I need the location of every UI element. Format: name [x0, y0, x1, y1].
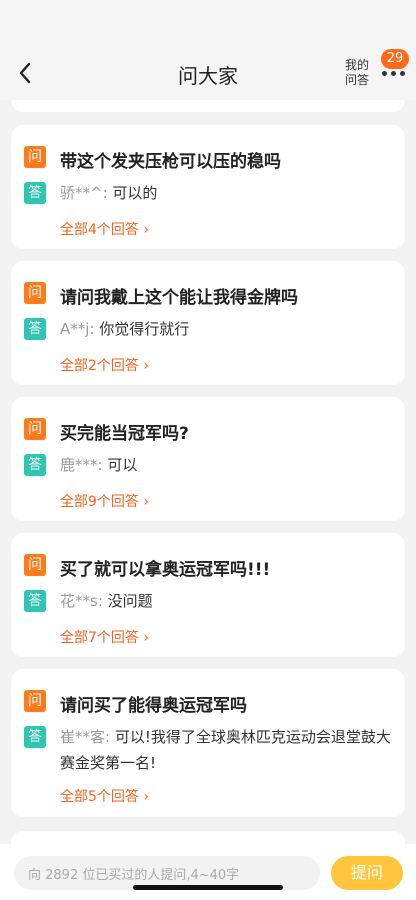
question-text[interactable]: 买了就可以拿奥运冠军吗!!!	[60, 555, 270, 580]
answer-user: A**j:	[60, 320, 95, 338]
qa-card[interactable]: 问 买了就可以拿奥运冠军吗!!! 答 花**s: 没问题 全部7个回答 ›	[11, 533, 405, 657]
header: 问大家 我的 问答 29	[0, 0, 416, 100]
question-text[interactable]: 买完能当冠军吗?	[60, 419, 189, 444]
qa-card-partial	[11, 100, 405, 112]
qa-card[interactable]: 问 带这个发夹压枪可以压的稳吗 答 骄**^: 可以的 全部4个回答 ›	[11, 125, 405, 249]
answer-text: 骄**^: 可以的	[60, 180, 391, 206]
notification-badge: 29	[381, 49, 409, 69]
answer-tag: 答	[24, 318, 46, 340]
answer-user: 骄**^:	[60, 184, 108, 202]
answer-tag: 答	[24, 454, 46, 476]
my-answers-label-line1: 我的	[344, 58, 369, 72]
answer-content: 你觉得行就行	[99, 320, 190, 338]
bottom-bar: 向 2892 位已买过的人提问,4~40字 提问	[0, 844, 416, 900]
all-answers-link[interactable]: 全部2个回答 ›	[60, 355, 149, 375]
answer-tag: 答	[24, 182, 46, 204]
question-text[interactable]: 带这个发夹压枪可以压的稳吗	[60, 147, 281, 172]
question-tag: 问	[24, 554, 46, 576]
my-answers-link[interactable]: 我的 问答	[340, 58, 374, 88]
qa-feed[interactable]: 问 带这个发夹压枪可以压的稳吗 答 骄**^: 可以的 全部4个回答 › 问 请…	[0, 100, 416, 844]
question-text[interactable]: 请问我戴上这个能让我得金牌吗	[60, 283, 298, 308]
question-tag: 问	[24, 690, 46, 712]
answer-user: 崔**客:	[60, 728, 111, 746]
all-answers-link[interactable]: 全部9个回答 ›	[60, 491, 149, 511]
answer-tag: 答	[24, 726, 46, 748]
more-dots-icon-dot	[399, 70, 405, 76]
all-answers-link[interactable]: 全部5个回答 ›	[60, 786, 149, 806]
all-answers-link[interactable]: 全部7个回答 ›	[60, 627, 149, 647]
ask-button[interactable]: 提问	[331, 856, 403, 890]
question-tag: 问	[24, 418, 46, 440]
answer-text: 鹿***: 可以	[60, 452, 391, 478]
answer-user: 花**s:	[60, 592, 103, 610]
more-dots-icon-dot	[390, 70, 396, 76]
answer-user: 鹿***:	[60, 456, 103, 474]
all-answers-link[interactable]: 全部4个回答 ›	[60, 219, 149, 239]
answer-text: A**j: 你觉得行就行	[60, 316, 391, 342]
answer-content: 可以!我得了全球奥林匹克运动会退堂鼓大赛金奖第一名!	[60, 728, 391, 772]
answer-tag: 答	[24, 590, 46, 612]
home-indicator	[133, 885, 283, 890]
answer-content: 可以的	[112, 184, 158, 202]
question-tag: 问	[24, 146, 46, 168]
question-text[interactable]: 请问买了能得奥运冠军吗	[60, 691, 247, 716]
qa-card[interactable]: 问 请问买了能得奥运冠军吗 答 崔**客: 可以!我得了全球奥林匹克运动会退堂鼓…	[11, 669, 405, 817]
more-dots-icon	[381, 70, 387, 76]
answer-content: 可以	[107, 456, 138, 474]
question-tag: 问	[24, 282, 46, 304]
answer-text: 花**s: 没问题	[60, 588, 391, 614]
answer-text: 崔**客: 可以!我得了全球奥林匹克运动会退堂鼓大赛金奖第一名!	[60, 724, 391, 776]
qa-card-partial	[11, 831, 405, 844]
answer-content: 没问题	[107, 592, 153, 610]
my-answers-label-line2: 问答	[344, 73, 369, 87]
qa-card[interactable]: 问 买完能当冠军吗? 答 鹿***: 可以 全部9个回答 ›	[11, 397, 405, 521]
qa-card[interactable]: 问 请问我戴上这个能让我得金牌吗 答 A**j: 你觉得行就行 全部2个回答 ›	[11, 261, 405, 385]
